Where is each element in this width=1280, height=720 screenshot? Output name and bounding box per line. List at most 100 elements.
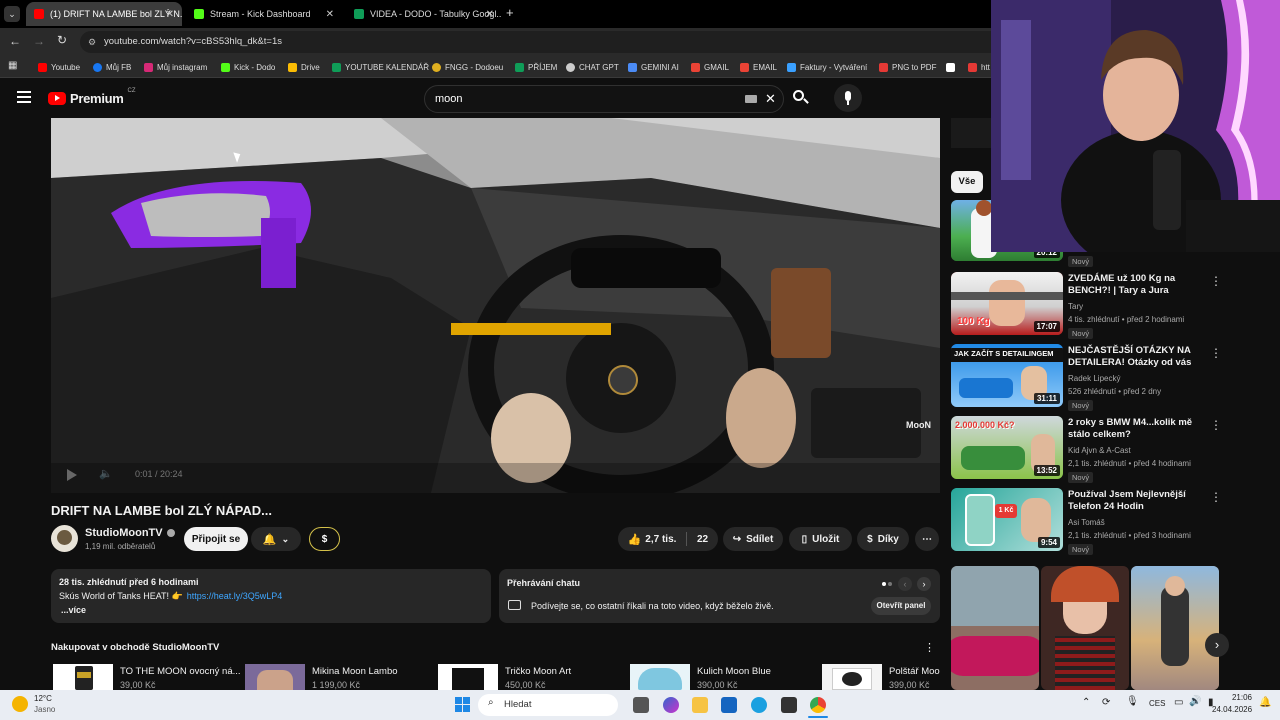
close-icon[interactable]: ✕ [166,9,174,20]
channel-name[interactable]: Tary [1068,302,1083,311]
subscription-bell-button[interactable]: 🔔 ⌄ [251,527,301,551]
shop-item[interactable]: Tričko Moon Art 450,00 Kč [438,664,628,690]
sidebar-video-thumbnail[interactable]: JAK ZAČÍT S DETAILINGEM 31:11 [951,344,1063,407]
voice-search-button[interactable] [834,84,862,112]
bookmark-chatgpt[interactable]: CHAT GPT [566,60,619,74]
show-more-link[interactable]: ...více [61,605,86,615]
chevron-right-icon[interactable]: › [917,577,931,591]
bookmark-fngg[interactable]: FNGG - Dodoeu [432,60,503,74]
share-button[interactable]: ↪ Sdílet [723,527,783,551]
bookmark-png-to-pdf[interactable]: PNG to PDF [879,60,936,74]
channel-name[interactable]: Asi Tomáš [1068,518,1105,527]
video-title-link[interactable]: NEJČASTĚJŠÍ OTÁZKY NA DETAILERA! Otázky … [1068,345,1203,369]
short-thumbnail[interactable] [951,566,1039,690]
description-link[interactable]: https://heat.ly/3Q5wLP4 [187,591,283,602]
join-button[interactable]: Připojit se [184,527,248,551]
chip-all[interactable]: Vše [951,171,983,193]
dislike-button[interactable]: 22 [687,527,718,551]
bookmark-prijem[interactable]: PŘÍJEM [515,60,557,74]
weather-icon[interactable] [12,696,28,712]
address-bar[interactable]: ⚙ youtube.com/watch?v=cBS53hlq_dk&t=1s [80,31,1040,53]
close-icon[interactable]: ✕ [326,9,334,20]
windows-start-icon[interactable] [455,697,471,713]
menu-icon[interactable] [17,91,31,103]
shop-item[interactable]: Polštář Moo 399,00 Kč [822,664,940,690]
channel-avatar[interactable] [51,525,78,552]
back-icon[interactable]: ← [9,34,21,48]
tab-google-sheets[interactable]: VIDEA - DODO - Tabulky Googl... ✕ [346,2,502,26]
super-thanks-dollar-button[interactable]: $ [309,527,340,551]
more-vertical-icon[interactable]: ⋮ [1210,418,1222,432]
video-player[interactable]: 🔈 0:01 / 20:24 MooN [51,118,940,493]
chrome-icon[interactable] [810,697,826,713]
sidebar-video-thumbnail[interactable]: 2.000.000 Kč? 13:52 [951,416,1063,479]
terminal-icon[interactable] [781,697,797,713]
edge-icon[interactable] [751,697,767,713]
apps-grid-icon[interactable]: ▦ [8,60,17,71]
tab-search-button[interactable]: ⌄ [4,6,20,22]
bookmark-facebook[interactable]: Můj FB [93,60,131,74]
channel-name[interactable]: Kid Ajvn & A-Cast [1068,446,1131,455]
bookmark-gemini[interactable]: GEMINI AI [628,60,679,74]
shop-item[interactable]: TO THE MOON ovocný ná... 39,00 Kč [53,664,243,690]
bookmark-kick[interactable]: Kick - Dodo [221,60,275,74]
video-title-link[interactable]: 2 roky s BMW M4...kolik mě stálo celkem? [1068,417,1203,441]
network-icon[interactable]: ▭ [1174,697,1183,708]
channel-name[interactable]: Radek Lipecký [1068,374,1120,383]
copilot-icon[interactable] [663,697,679,713]
search-icon[interactable] [793,90,809,106]
more-vertical-icon[interactable]: ⋮ [1210,346,1222,360]
volume-icon[interactable]: 🔈 [99,467,113,480]
file-explorer-icon[interactable] [692,697,708,713]
short-thumbnail[interactable] [1041,566,1129,690]
microphone-icon[interactable]: 🎙 [1126,696,1139,707]
more-actions-button[interactable]: ⋯ [915,527,939,551]
tab-kick-dashboard[interactable]: Stream - Kick Dashboard ✕ [186,2,342,26]
language-indicator[interactable]: CES [1149,699,1165,708]
close-icon[interactable]: ✕ [486,9,494,20]
reload-icon[interactable]: ↻ [57,33,67,47]
bookmark-gmail[interactable]: GMAIL [691,60,729,74]
more-vertical-icon[interactable]: ⋮ [1210,490,1222,504]
clock-time[interactable]: 21:06 [1224,693,1252,702]
shop-item[interactable]: Mikina Moon Lambo 1 199,00 Kč [245,664,435,690]
sidebar-video-thumbnail[interactable]: 100 Kg 17:07 [951,272,1063,335]
site-info-icon[interactable]: ⚙ [88,31,96,53]
clock-date[interactable]: 24.04.2026 [1212,705,1252,714]
short-thumbnail[interactable] [1131,566,1219,690]
notification-bell-icon[interactable]: 🔔 [1259,697,1271,708]
channel-name-link[interactable]: StudioMoonTV [85,527,175,539]
tab-youtube[interactable]: (1) DRIFT NA LAMBE bol ZLÝ N... ✕ [26,2,182,26]
volume-icon[interactable]: 🔊 [1189,696,1201,707]
bookmark-email[interactable]: EMAIL [740,60,777,74]
search-input[interactable]: moon ✕ [424,85,784,113]
video-title-link[interactable]: Používal Jsem Nejlevnější Telefon 24 Hod… [1068,489,1203,513]
new-tab-button[interactable]: + [506,5,514,20]
thanks-button[interactable]: $ Díky [857,527,909,551]
video-title-link[interactable]: ZVEDÁME už 100 Kg na BENCH?! | Tary a Ju… [1068,273,1203,297]
description-box[interactable]: 28 tis. zhlédnutí před 6 hodinami Skús W… [51,569,491,623]
keyboard-icon[interactable] [745,95,757,103]
task-view-icon[interactable] [633,697,649,713]
bookmark-youtube-calendar[interactable]: YOUTUBE KALENDÁŘ [332,60,429,74]
chevron-up-icon[interactable]: ⌃ [1082,697,1090,708]
outlook-icon[interactable] [721,697,737,713]
bookmark-youtube[interactable]: Youtube [38,60,80,74]
more-vertical-icon[interactable]: ⋮ [1210,274,1222,288]
play-icon[interactable] [67,469,77,481]
youtube-premium-logo[interactable]: Premium CZ [48,88,136,106]
shop-more-icon[interactable]: ⋮ [924,641,935,654]
taskbar-search-input[interactable]: ⌕ Hledat [478,694,618,716]
forward-icon[interactable]: → [33,34,45,48]
like-button[interactable]: 👍 2,7 tis. [618,527,686,551]
sync-icon[interactable]: ⟳ [1102,697,1110,708]
sidebar-video-thumbnail[interactable]: 1 Kč 9:54 [951,488,1063,551]
bookmark-misc[interactable] [946,60,955,74]
shop-item[interactable]: Kulich Moon Blue 390,00 Kč [630,664,820,690]
clear-search-icon[interactable]: ✕ [765,91,776,107]
bookmark-drive[interactable]: Drive [288,60,320,74]
open-panel-button[interactable]: Otevřít panel [871,597,931,615]
bookmark-faktury[interactable]: Faktury - Vytváření [787,60,867,74]
chevron-right-icon[interactable]: › [1205,633,1229,657]
chevron-left-icon[interactable]: ‹ [898,577,912,591]
